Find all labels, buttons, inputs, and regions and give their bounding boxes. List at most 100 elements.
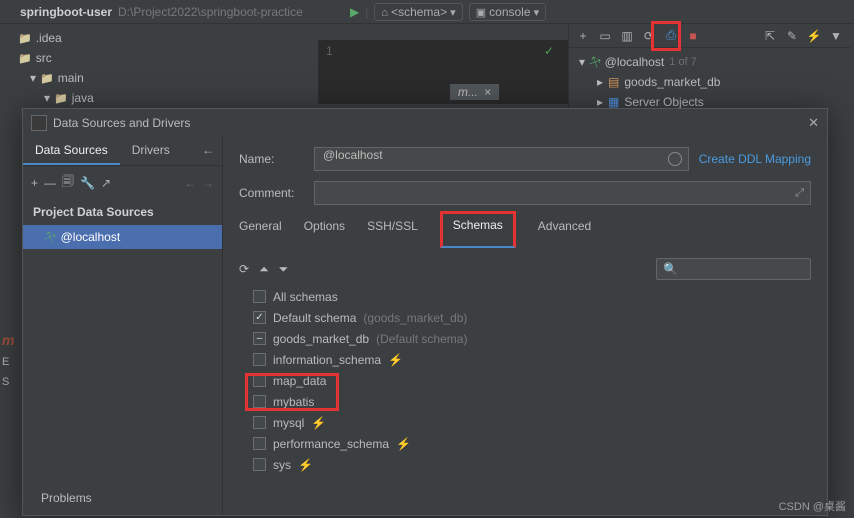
copy-icon[interactable]: 🗐 — [62, 172, 74, 193]
hint: (goods_market_db) — [363, 311, 467, 325]
db-localhost[interactable]: @localhost — [605, 55, 665, 69]
add-icon[interactable]: + — [31, 176, 38, 190]
schema-sys[interactable]: sys — [273, 458, 291, 472]
close-icon[interactable]: ✕ — [808, 115, 819, 131]
schema-perf[interactable]: performance_schema — [273, 437, 389, 451]
folder-icon — [18, 31, 32, 45]
sidebar-stub[interactable]: S — [2, 376, 14, 388]
hint: (Default schema) — [376, 332, 467, 346]
edit-icon[interactable]: ✎ — [782, 26, 802, 46]
bolt-icon: ⚡ — [311, 416, 326, 430]
sidebar-stub[interactable]: E — [2, 356, 14, 368]
watermark: CSDN @桌酱 — [779, 498, 846, 514]
wrench-icon[interactable]: 🔧 — [80, 176, 95, 190]
schema-info[interactable]: information_schema — [273, 353, 381, 367]
checkbox[interactable] — [253, 290, 266, 303]
tree-src[interactable]: src — [36, 51, 52, 65]
schema-all[interactable]: All schemas — [273, 290, 338, 304]
folder-icon — [54, 91, 68, 105]
chevron-right-icon[interactable]: ▸ — [597, 95, 603, 109]
tab-advanced[interactable]: Advanced — [538, 215, 591, 248]
db-icon[interactable]: ▭ — [595, 26, 615, 46]
tree-idea[interactable]: .idea — [36, 31, 62, 45]
checkbox[interactable] — [253, 458, 266, 471]
color-badge-icon[interactable] — [668, 152, 682, 166]
checkbox-checked[interactable] — [253, 311, 266, 324]
editor-gutter: 1✓ — [318, 40, 568, 104]
tab-general[interactable]: General — [239, 215, 282, 248]
filter-icon[interactable]: ▥ — [617, 26, 637, 46]
intellij-icon — [31, 115, 47, 131]
chevron-down-icon[interactable]: ▾ — [579, 55, 585, 69]
collapse-icon[interactable]: ⏶ — [259, 262, 269, 277]
checkbox[interactable] — [253, 437, 266, 450]
bolt-icon: ⚡ — [298, 458, 313, 472]
checkbox[interactable] — [253, 353, 266, 366]
comment-label: Comment: — [239, 186, 304, 200]
console-selector[interactable]: ▣ console ▾ — [469, 3, 546, 21]
server-objects-icon: ▦ — [608, 95, 619, 109]
project-name: springboot-user — [20, 5, 112, 19]
tab-schemas[interactable]: Schemas — [440, 211, 516, 248]
run-icon[interactable]: ▶ — [350, 5, 359, 19]
schema-gmdb[interactable]: goods_market_db — [273, 332, 369, 346]
schemas-toolbar-icon[interactable]: ⎙ — [661, 26, 681, 46]
refresh-icon[interactable]: ⟳ — [239, 262, 249, 276]
schema-selector[interactable]: ⌂ <schema> ▾ — [374, 3, 462, 21]
tree-main[interactable]: main — [58, 71, 84, 85]
expand-icon[interactable]: ⏷ — [279, 262, 289, 277]
section-project-ds: Project Data Sources — [23, 199, 222, 225]
refresh-icon[interactable]: ⟳ — [639, 26, 659, 46]
datasource-icon: ⤧ — [42, 228, 57, 246]
add-icon[interactable]: + — [573, 26, 593, 46]
db-item[interactable]: Server Objects — [624, 95, 703, 109]
expand-icon[interactable]: ⤢ — [795, 187, 804, 200]
editor-tab[interactable]: m...× — [450, 84, 499, 100]
expand-icon[interactable]: ↗ — [101, 176, 111, 190]
folder-icon — [40, 71, 54, 85]
bolt-icon[interactable]: ⚡ — [804, 26, 824, 46]
comment-input[interactable]: ⤢ — [314, 181, 811, 205]
redo-icon[interactable]: → — [202, 176, 214, 190]
search-icon: 🔍 — [663, 262, 678, 276]
chevron-right-icon[interactable]: ▸ — [597, 75, 603, 89]
tab-data-sources[interactable]: Data Sources — [23, 137, 120, 165]
schema-mysql[interactable]: mysql — [273, 416, 304, 430]
ds-localhost[interactable]: ⤧@localhost — [23, 225, 222, 249]
problems-tab[interactable]: Problems — [23, 481, 222, 515]
sidebar-stub[interactable]: m — [2, 332, 14, 348]
schema-default[interactable]: Default schema — [273, 311, 356, 325]
close-icon[interactable]: × — [484, 85, 491, 99]
tab-ssh[interactable]: SSH/SSL — [367, 215, 418, 248]
chevron-down-icon[interactable]: ▾ — [44, 91, 50, 105]
chevron-left-icon[interactable]: ← — [194, 137, 222, 165]
divider: | — [365, 5, 368, 19]
undo-icon[interactable]: ← — [184, 176, 196, 190]
create-ddl-mapping-link[interactable]: Create DDL Mapping — [699, 152, 811, 166]
datasource-icon: ⤧ — [587, 53, 602, 71]
checkbox[interactable] — [253, 416, 266, 429]
jump-icon[interactable]: ⇱ — [760, 26, 780, 46]
filter2-icon[interactable]: ▼ — [826, 26, 846, 46]
tree-java[interactable]: java — [72, 91, 94, 105]
checkbox-partial[interactable] — [253, 332, 266, 345]
project-path: D:\Project2022\springboot-practice — [118, 5, 303, 19]
bolt-icon: ⚡ — [388, 353, 403, 367]
tab-options[interactable]: Options — [304, 215, 345, 248]
folder-icon — [18, 51, 32, 65]
remove-icon[interactable]: — — [44, 176, 56, 190]
schema-map[interactable]: map_data — [273, 374, 326, 388]
data-sources-dialog: Data Sources and Drivers ✕ Data Sources … — [22, 108, 828, 516]
tab-drivers[interactable]: Drivers — [120, 137, 182, 165]
checkbox[interactable] — [253, 395, 266, 408]
stop-icon[interactable]: ■ — [683, 26, 703, 46]
name-input[interactable]: @localhost — [314, 147, 689, 171]
db-item[interactable]: goods_market_db — [624, 75, 720, 89]
name-label: Name: — [239, 152, 304, 166]
schema-count: 1 of 7 — [669, 56, 697, 68]
checkbox[interactable] — [253, 374, 266, 387]
bolt-icon: ⚡ — [396, 437, 411, 451]
schema-mybatis[interactable]: mybatis — [273, 395, 314, 409]
chevron-down-icon[interactable]: ▾ — [30, 71, 36, 85]
schema-search-input[interactable]: 🔍 — [656, 258, 811, 280]
